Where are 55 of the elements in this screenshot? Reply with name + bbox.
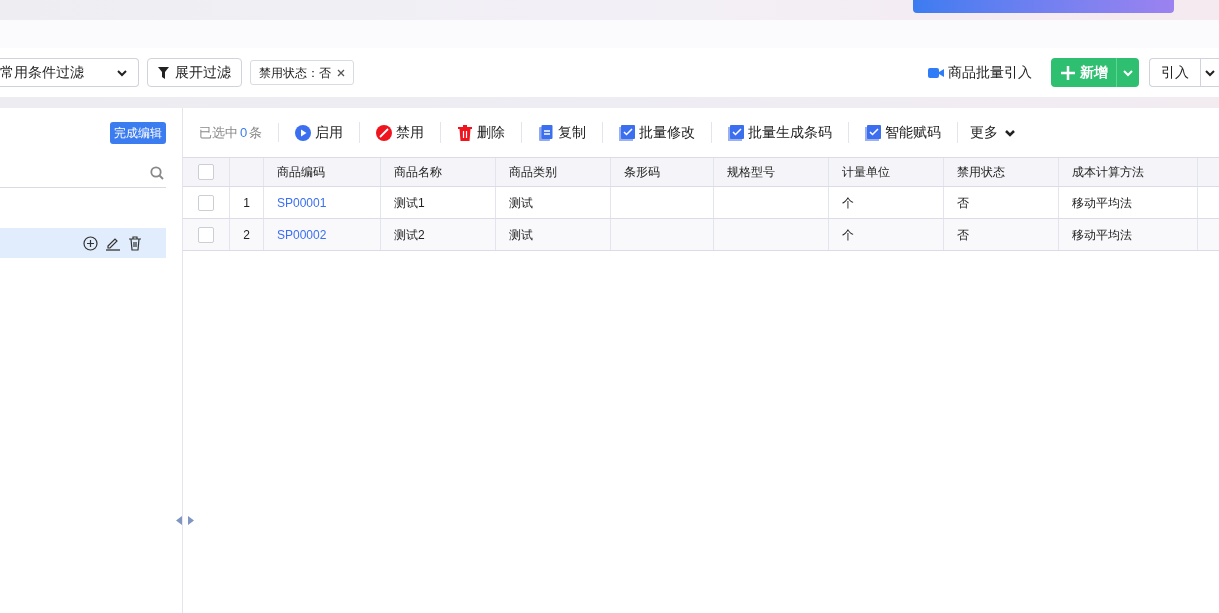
filter-icon (158, 66, 169, 79)
trash-icon (457, 124, 474, 141)
more-button[interactable]: 更多 (958, 122, 1029, 143)
checkbox-icon (728, 124, 745, 141)
play-circle-icon (295, 124, 312, 141)
table-cell-text: 测试 (509, 194, 533, 212)
toolbar-button[interactable]: 删除 (441, 122, 523, 143)
checkbox-icon (619, 124, 636, 141)
table-cell-text: 个 (842, 226, 854, 244)
column-header[interactable]: 禁用状态 (957, 163, 1005, 181)
table-cell-text: 个 (842, 194, 854, 212)
add-circle-icon[interactable] (83, 235, 98, 251)
column-header[interactable]: 成本计算方法 (1072, 163, 1144, 181)
table-cell-text: 否 (957, 226, 969, 244)
table-cell-text: 测试2 (394, 226, 425, 244)
table-cell-text: 否 (957, 194, 969, 212)
column-header[interactable]: 商品名称 (394, 163, 442, 181)
table-cell-text: 移动平均法 (1072, 194, 1132, 212)
column-header[interactable]: 商品类别 (509, 163, 557, 181)
plus-icon (1061, 65, 1075, 80)
toolbar-button[interactable]: 批量生成条码 (712, 122, 850, 143)
table-cell-text: 测试1 (394, 194, 425, 212)
toolbar-button[interactable]: 禁用 (360, 122, 442, 143)
document-icon (538, 124, 555, 141)
filter-tag-label: 禁用状态：否 (259, 64, 331, 82)
close-icon[interactable] (337, 68, 345, 77)
item-code-link[interactable]: SP00001 (277, 193, 327, 212)
finish-edit-button[interactable]: 完成编辑 (110, 122, 166, 144)
checkbox-icon (865, 124, 882, 141)
toolbar-button[interactable]: 启用 (279, 122, 361, 143)
column-header[interactable]: 计量单位 (842, 163, 890, 181)
scheme-dropdown[interactable]: 常用条件过滤 (0, 58, 139, 87)
batch-import-link[interactable]: 商品批量引入 (928, 62, 1032, 83)
table-cell-text: 移动平均法 (1072, 226, 1132, 244)
item-code-link[interactable]: SP00002 (277, 225, 327, 244)
column-header[interactable]: 规格型号 (727, 163, 775, 181)
video-camera-icon (928, 66, 944, 79)
prohibited-icon (376, 124, 393, 141)
row-checkbox[interactable] (198, 226, 214, 243)
column-header[interactable]: 商品编码 (277, 163, 325, 181)
column-header[interactable]: 条形码 (624, 163, 660, 181)
row-checkbox[interactable] (198, 194, 214, 211)
select-all-checkbox[interactable] (198, 164, 214, 180)
panel-resize-handle[interactable] (176, 516, 194, 525)
selected-count: 已选中 0条 (199, 122, 280, 143)
row-number: 2 (243, 226, 250, 244)
row-number: 1 (243, 194, 250, 212)
tree-item[interactable] (0, 228, 166, 258)
delete-icon[interactable] (128, 235, 142, 251)
table-cell-text: 测试 (509, 226, 533, 244)
toolbar-button[interactable]: 智能赋码 (849, 122, 959, 143)
search-icon (150, 165, 164, 180)
toolbar-button[interactable]: 批量修改 (603, 122, 713, 143)
toolbar-button[interactable]: 复制 (522, 122, 604, 143)
expand-filter-button[interactable]: 展开过滤 (147, 58, 242, 87)
